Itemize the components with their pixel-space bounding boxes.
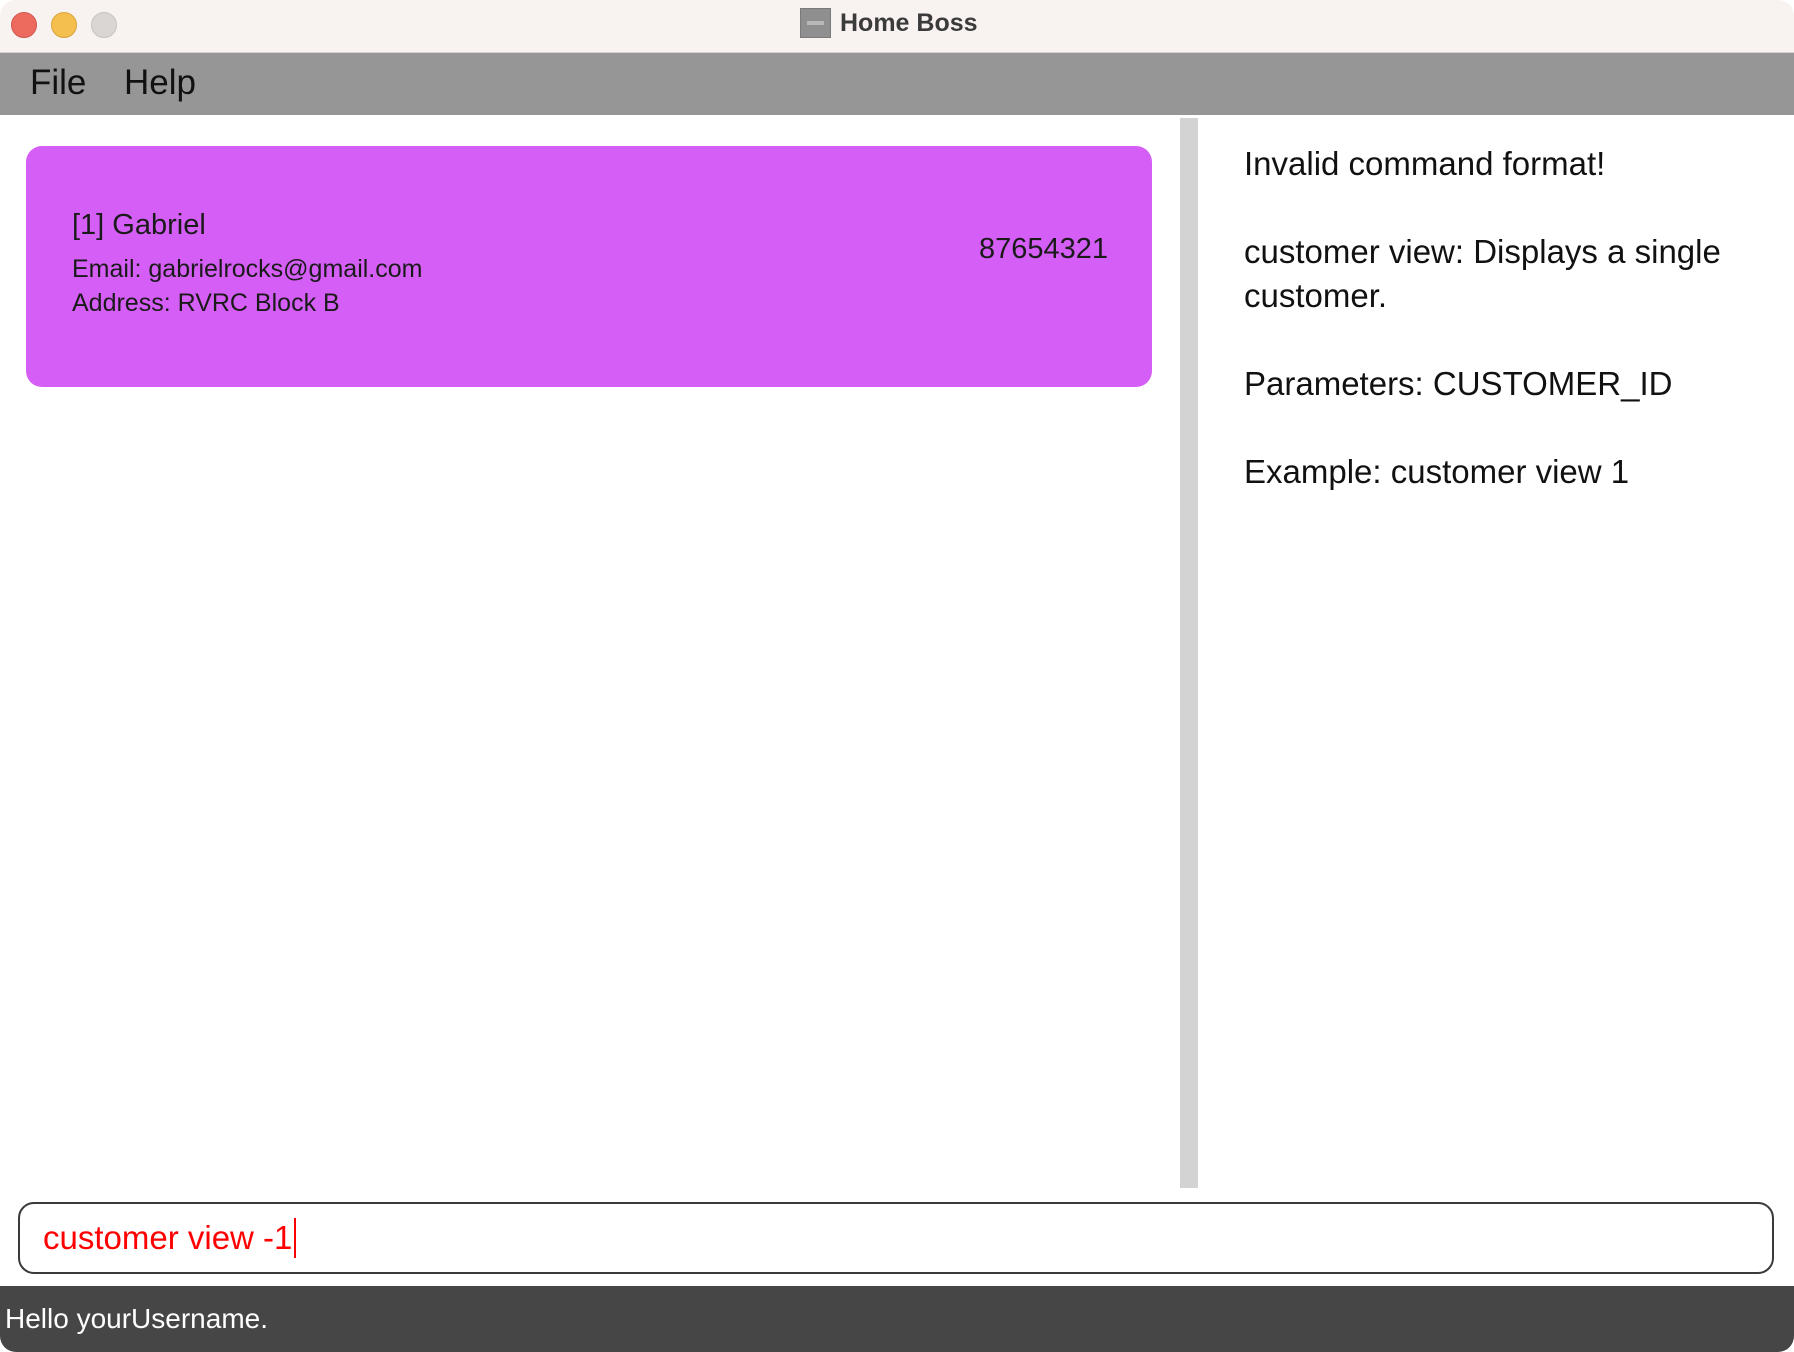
minimize-window-button[interactable] <box>51 12 77 38</box>
customer-card[interactable]: [1] Gabriel Email: gabrielrocks@gmail.co… <box>26 146 1152 387</box>
close-window-button[interactable] <box>11 12 37 38</box>
command-input[interactable]: customer view -1 <box>43 1218 297 1258</box>
status-bar: Hello yourUsername. <box>0 1286 1794 1352</box>
menu-help[interactable]: Help <box>124 63 196 103</box>
result-display-text: Invalid command format! customer view: D… <box>1244 145 1721 490</box>
menu-bar: File Help <box>0 53 1794 115</box>
command-box[interactable]: customer view -1 <box>18 1202 1774 1274</box>
app-logo-icon <box>800 8 831 38</box>
command-input-value: customer view -1 <box>43 1219 293 1256</box>
menu-file[interactable]: File <box>30 63 86 103</box>
result-display-panel: Invalid command format! customer view: D… <box>1198 115 1794 1187</box>
zoom-window-button[interactable] <box>91 12 117 38</box>
window-title: Home Boss <box>840 9 978 37</box>
customer-address: Address: RVRC Block B <box>72 289 340 317</box>
customer-phone: 87654321 <box>978 233 1108 265</box>
title-bar[interactable]: Home Boss <box>0 0 1794 53</box>
app-window: Home Boss File Help [1] Gabriel Email: g… <box>0 0 1794 1352</box>
customer-list-panel[interactable]: [1] Gabriel Email: gabrielrocks@gmail.co… <box>0 115 1178 1187</box>
customer-email: Email: gabrielrocks@gmail.com <box>72 255 423 283</box>
customer-name: [1] Gabriel <box>72 209 206 241</box>
split-pane-divider[interactable] <box>1180 118 1198 1188</box>
status-message: Hello yourUsername. <box>5 1303 268 1334</box>
text-caret <box>294 1218 297 1258</box>
